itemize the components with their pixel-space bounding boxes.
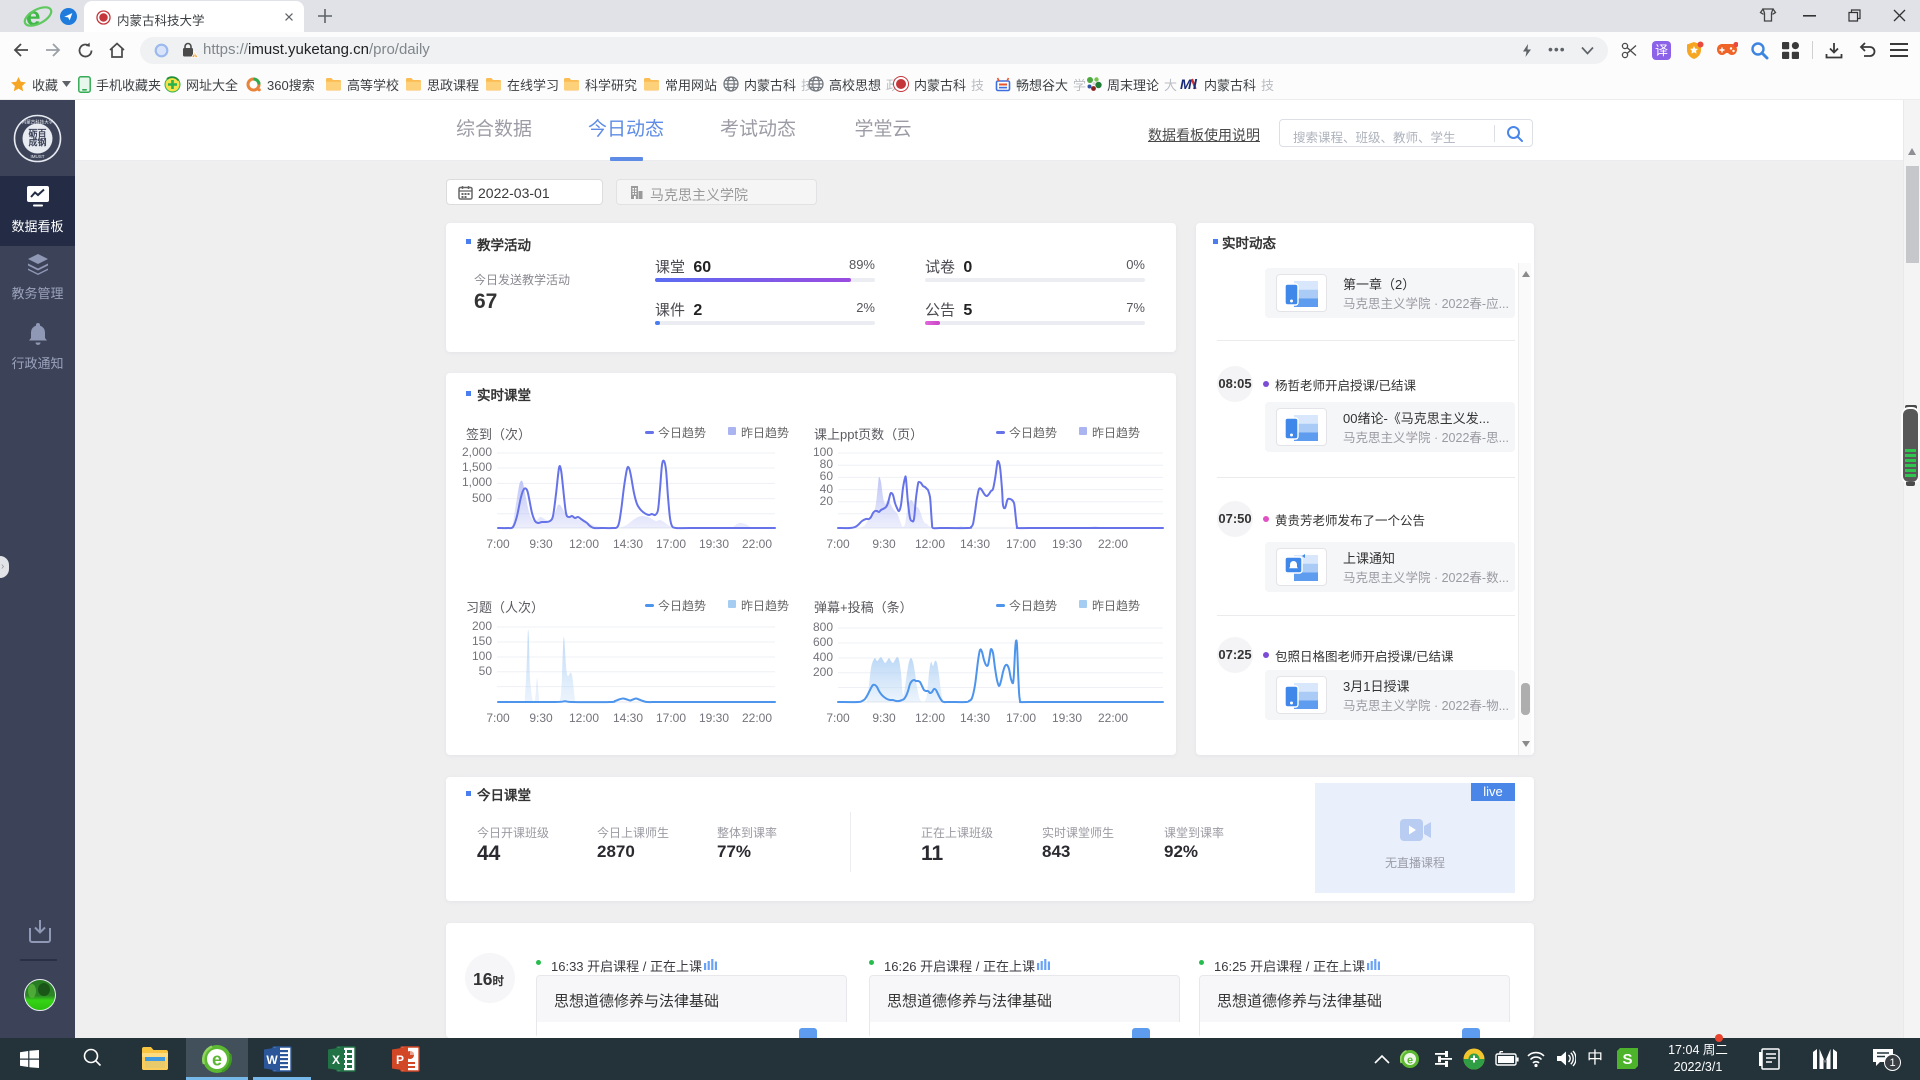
svg-text:l: l (1193, 77, 1198, 91)
svg-text:W: W (266, 1053, 278, 1067)
svg-text:内蒙古科技大学: 内蒙古科技大学 (22, 119, 54, 126)
svg-text:X: X (332, 1053, 340, 1067)
svg-text:IMUST: IMUST (31, 154, 45, 159)
svg-text:e: e (1407, 1055, 1413, 1067)
svg-text:M: M (1180, 77, 1192, 91)
svg-text:成钢: 成钢 (28, 137, 46, 148)
svg-text:P: P (396, 1053, 404, 1067)
svg-text:e: e (212, 1050, 222, 1070)
svg-text:S: S (1622, 1051, 1632, 1068)
